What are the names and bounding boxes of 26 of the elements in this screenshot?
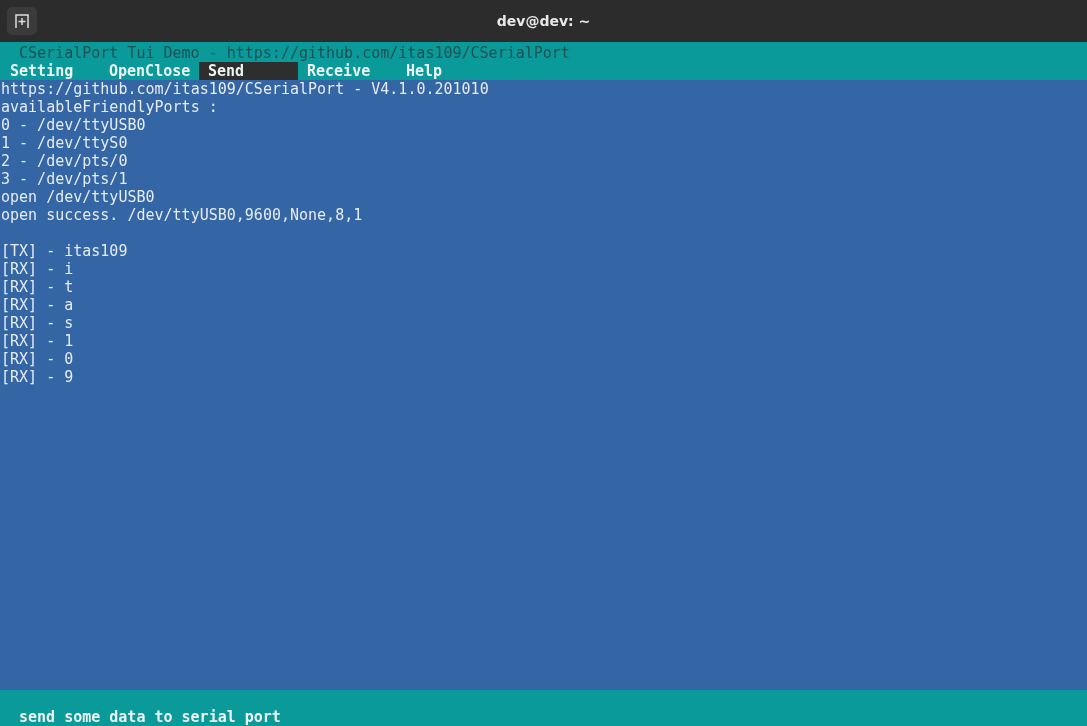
message-line: [RX] - 1 bbox=[0, 332, 74, 350]
new-tab-icon bbox=[14, 13, 30, 29]
log-line: open /dev/ttyUSB0 bbox=[0, 188, 155, 206]
message-line: [RX] - a bbox=[0, 296, 74, 314]
log-line: 2 - /dev/pts/0 bbox=[0, 152, 128, 170]
status-text: send some data to serial port bbox=[18, 708, 281, 726]
log-line: availableFriendlyPorts : bbox=[0, 98, 218, 116]
message-line: [RX] - 9 bbox=[0, 368, 74, 386]
message-line: [RX] - 0 bbox=[0, 350, 74, 368]
menu-item[interactable]: Receive bbox=[298, 62, 397, 80]
menu-item[interactable]: OpenClose bbox=[100, 62, 199, 80]
message-line: [RX] - i bbox=[0, 260, 74, 278]
new-tab-button[interactable] bbox=[7, 7, 37, 35]
menu-item[interactable]: Setting bbox=[1, 62, 100, 80]
app-title: CSerialPort Tui Demo - https://github.com/itas109/CSerialPort bbox=[18, 44, 570, 62]
message-line: [RX] - t bbox=[0, 278, 74, 296]
log-line: 0 - /dev/ttyUSB0 bbox=[0, 116, 146, 134]
menu-item[interactable]: Send bbox=[199, 62, 298, 80]
message-line: [TX] - itas109 bbox=[0, 242, 128, 260]
log-line: 1 - /dev/ttyS0 bbox=[0, 134, 128, 152]
log-line: https://github.com/itas109/CSerialPort - V4.1.0.201010 bbox=[0, 80, 489, 98]
message-line: [RX] - s bbox=[0, 314, 74, 332]
log-line: open success. /dev/ttyUSB0,9600,None,8,1 bbox=[0, 206, 363, 224]
log-line: 3 - /dev/pts/1 bbox=[0, 170, 128, 188]
menu-item[interactable]: Help bbox=[397, 62, 496, 80]
window-title: dev@dev: ~ bbox=[496, 13, 591, 29]
